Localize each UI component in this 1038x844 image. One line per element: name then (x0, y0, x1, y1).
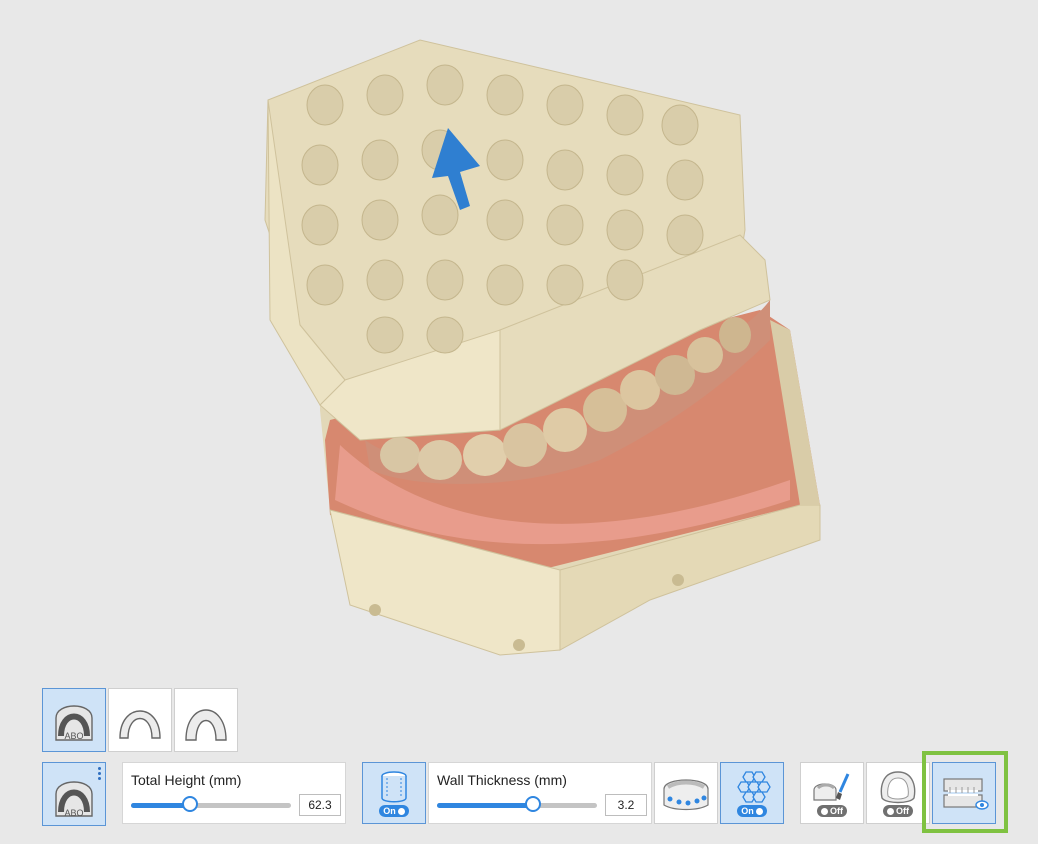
more-options-icon[interactable] (98, 767, 101, 782)
cylinder-hollow-icon (381, 771, 407, 803)
honeycomb-button[interactable]: On (720, 762, 784, 824)
brush-model-icon (813, 773, 850, 801)
hollow-toggle[interactable]: On (379, 805, 409, 817)
arch-abo-icon: ABO (55, 705, 93, 741)
abo-text: ABO (64, 731, 83, 741)
arch-horseshoe-icon (185, 709, 227, 741)
wall-thickness-panel: Wall Thickness (mm) 3.2 (428, 762, 652, 824)
drain-holes-icon (663, 779, 709, 811)
honeycomb-toggle[interactable]: On (737, 805, 767, 817)
arch-standard-button[interactable] (108, 688, 172, 752)
slider-fill (437, 803, 533, 808)
total-height-panel: Total Height (mm) 62.3 (122, 762, 346, 824)
hollow-button[interactable]: On (362, 762, 426, 824)
label-brush-button[interactable]: Off (800, 762, 864, 824)
palate-toggle[interactable]: Off (883, 805, 913, 817)
total-height-value[interactable]: 62.3 (299, 794, 341, 816)
dental-model-render[interactable] (0, 0, 1038, 680)
arch-icon (119, 710, 161, 739)
total-height-slider[interactable] (131, 796, 291, 813)
arch-abo-button[interactable]: ABO (42, 688, 106, 752)
label-brush-toggle[interactable]: Off (817, 805, 847, 817)
palate-button[interactable]: Off (866, 762, 930, 824)
abo-text: ABO (64, 808, 83, 818)
arch-abo-icon: ABO (55, 781, 93, 818)
total-height-label: Total Height (mm) (131, 772, 242, 788)
drain-holes-button[interactable] (654, 762, 718, 824)
honeycomb-icon (737, 771, 771, 803)
3d-viewport[interactable] (0, 0, 1038, 680)
wall-thickness-value[interactable]: 3.2 (605, 794, 647, 816)
slider-thumb[interactable] (182, 796, 199, 812)
view-model-highlight (922, 751, 1008, 833)
arch-horseshoe-button[interactable] (174, 688, 238, 752)
wall-thickness-slider[interactable] (437, 796, 597, 813)
wall-thickness-label: Wall Thickness (mm) (437, 772, 567, 788)
slider-thumb[interactable] (525, 796, 541, 812)
base-type-button[interactable]: ABO (42, 762, 106, 826)
palate-icon (880, 771, 916, 804)
